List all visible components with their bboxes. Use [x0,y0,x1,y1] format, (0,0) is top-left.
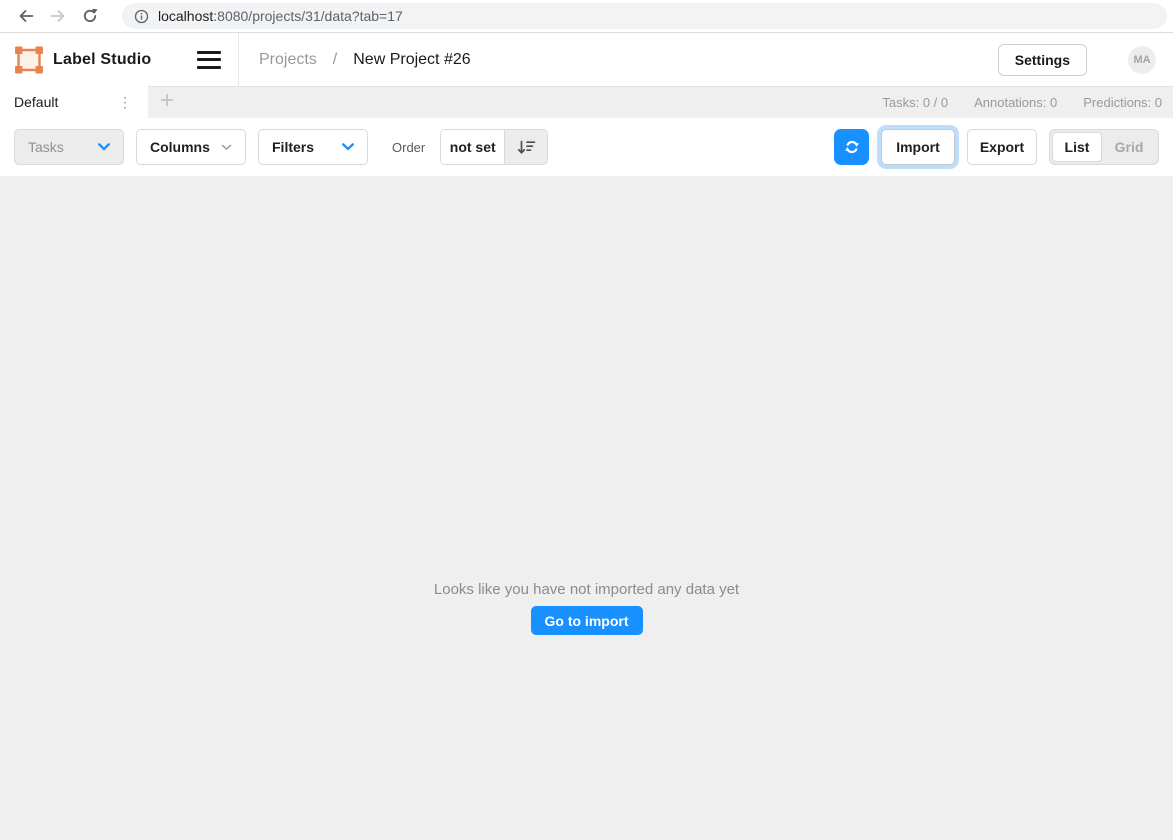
columns-dropdown-label: Columns [150,139,210,155]
header-left: Label Studio [0,33,239,86]
browser-forward-icon[interactable] [42,2,74,30]
stat-annotations: Annotations: 0 [974,95,1057,110]
columns-dropdown[interactable]: Columns [136,129,246,165]
plus-icon: + [160,89,174,113]
view-toggle-grid[interactable]: Grid [1102,132,1156,162]
avatar[interactable]: MA [1128,46,1156,74]
refresh-button[interactable] [834,129,869,165]
info-icon[interactable] [134,9,149,24]
filters-dropdown-label: Filters [272,139,314,155]
add-tab-button[interactable]: + [148,87,186,118]
menu-icon[interactable] [197,51,221,69]
order-control: not set [440,129,548,165]
label-studio-logo-icon[interactable] [14,46,44,74]
empty-state-message: Looks like you have not imported any dat… [434,581,739,598]
url-path: :8080/projects/31/data?tab=17 [213,8,403,24]
browser-reload-icon[interactable] [74,2,106,30]
url-bar[interactable]: localhost:8080/projects/31/data?tab=17 [122,3,1167,29]
tab-bar: Default ⋮ + Tasks: 0 / 0 Annotations: 0 … [0,86,1173,118]
go-to-import-button[interactable]: Go to import [531,606,643,635]
stat-tasks: Tasks: 0 / 0 [882,95,948,110]
view-toggle: List Grid [1049,129,1159,165]
view-toggle-list[interactable]: List [1052,132,1102,162]
url-text: localhost:8080/projects/31/data?tab=17 [158,8,403,24]
tab-options-kebab-icon[interactable]: ⋮ [112,91,138,113]
browser-back-icon[interactable] [10,2,42,30]
order-value[interactable]: not set [441,130,504,164]
stat-predictions: Predictions: 0 [1083,95,1162,110]
app-name: Label Studio [53,51,151,69]
app-header: Label Studio Projects / New Project #26 … [0,33,1173,86]
page-title: New Project #26 [353,51,470,69]
sort-direction-button[interactable] [504,130,547,164]
tab-default[interactable]: Default ⋮ [0,86,148,118]
toolbar-right: Import Export List Grid [834,129,1159,165]
breadcrumb: Projects / New Project #26 [239,51,471,69]
chevron-down-icon [342,143,354,151]
chevron-down-icon [221,144,232,151]
tasks-dropdown[interactable]: Tasks [14,129,124,165]
url-host: localhost [158,8,213,24]
order-label: Order [392,140,425,155]
tasks-dropdown-label: Tasks [28,139,64,155]
sort-descending-icon [517,140,536,155]
breadcrumb-projects-link[interactable]: Projects [259,51,317,69]
filters-dropdown[interactable]: Filters [258,129,368,165]
import-button[interactable]: Import [881,129,955,165]
settings-button[interactable]: Settings [998,44,1087,76]
refresh-sync-icon [843,138,861,156]
toolbar: Tasks Columns Filters Order not set [0,118,1173,176]
data-manager-content: Looks like you have not imported any dat… [0,176,1173,840]
breadcrumb-separator: / [333,51,337,69]
tab-default-label: Default [14,94,58,110]
export-button[interactable]: Export [967,129,1037,165]
browser-chrome: localhost:8080/projects/31/data?tab=17 [0,0,1173,33]
tab-stats: Tasks: 0 / 0 Annotations: 0 Predictions:… [882,87,1173,118]
chevron-down-icon [98,143,110,151]
